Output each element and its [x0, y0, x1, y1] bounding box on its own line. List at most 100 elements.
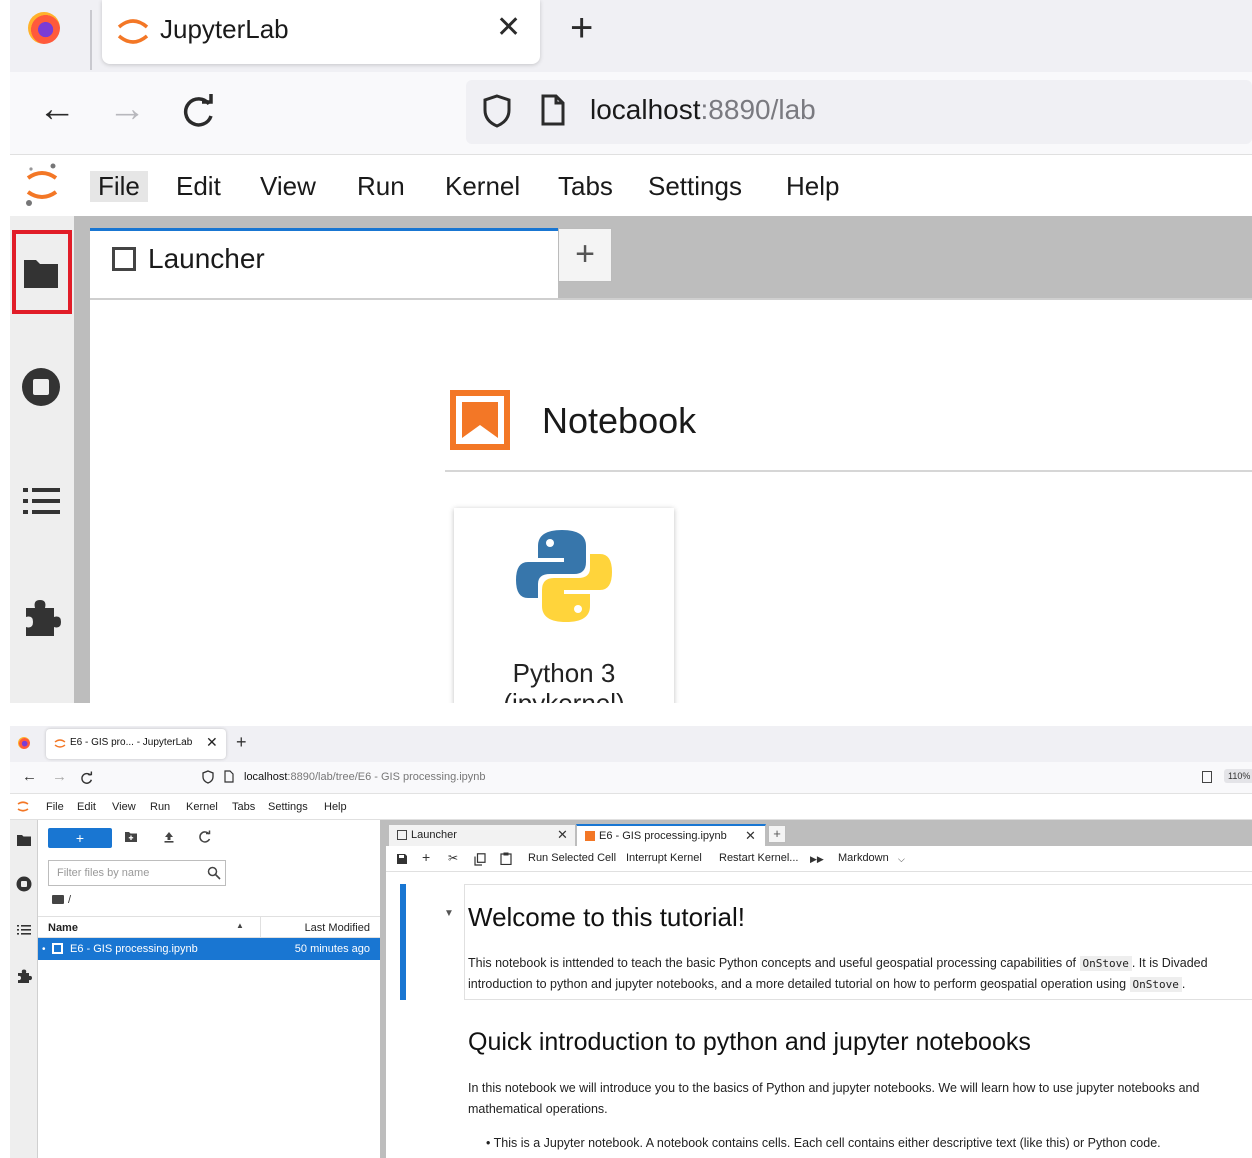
page-icon [541, 94, 565, 126]
url-host: localhost [244, 771, 288, 783]
menu-tabs[interactable]: Tabs [232, 801, 255, 813]
left-sidebar [10, 820, 38, 1158]
new-launcher-button[interactable]: + [48, 828, 112, 848]
file-row[interactable]: • E6 - GIS processing.ipynb 50 minutes a… [38, 938, 380, 960]
notebook-content: ▼ Welcome to this tutorial! This noteboo… [386, 872, 1252, 1158]
save-icon[interactable] [396, 853, 408, 865]
reload-icon[interactable] [178, 92, 218, 132]
paste-icon[interactable] [500, 852, 512, 865]
close-icon[interactable]: ✕ [496, 10, 521, 45]
shield-icon[interactable] [202, 770, 214, 784]
tab-launcher-label: Launcher [411, 829, 457, 841]
shield-icon[interactable] [482, 94, 512, 128]
new-folder-icon[interactable] [124, 830, 138, 844]
firefox-logo-icon [28, 12, 60, 44]
filter-files-input[interactable] [49, 861, 199, 885]
intro-paragraph-line1: This notebook is inttended to teach the … [468, 956, 1208, 971]
new-tab-button[interactable]: + [570, 6, 593, 51]
menu-help[interactable]: Help [786, 171, 839, 202]
paragraph-line: mathematical operations. [468, 1102, 608, 1116]
run-all-icon[interactable]: ▶▶ [810, 854, 824, 865]
menu-run[interactable]: Run [150, 801, 170, 813]
python3-kernel-card[interactable]: Python 3 (ipykernel) [454, 508, 674, 703]
table-of-contents-icon[interactable] [20, 480, 62, 522]
notebook-toolbar: + ✂ Run Selected Cell Interrupt Kernel R… [386, 846, 1252, 872]
collapse-heading-icon[interactable]: ▼ [444, 908, 454, 919]
column-name[interactable]: Name [48, 922, 78, 934]
upload-icon[interactable] [162, 830, 176, 844]
table-of-contents-icon[interactable] [16, 922, 32, 938]
text: . It is Divaded [1131, 956, 1208, 970]
jupyter-logo-icon [17, 801, 29, 812]
bullet-item: • This is a Jupyter notebook. A notebook… [486, 1136, 1161, 1150]
restart-kernel-button[interactable]: Restart Kernel... [719, 852, 798, 864]
dock-tab-bar: Launcher + [90, 216, 1252, 300]
column-divider[interactable] [260, 917, 261, 938]
back-arrow-icon[interactable]: ← [38, 88, 76, 131]
close-icon[interactable]: ✕ [557, 827, 568, 843]
close-icon[interactable]: ✕ [206, 734, 218, 751]
kernel-name: Python 3 [512, 658, 616, 688]
jupyter-logo-icon [26, 163, 58, 206]
menu-edit[interactable]: Edit [176, 171, 221, 202]
copy-icon[interactable] [474, 853, 486, 866]
add-launcher-button[interactable]: + [768, 825, 786, 843]
file-list-header: Name ▲ Last Modified [38, 916, 380, 938]
refresh-icon[interactable] [198, 830, 212, 844]
heading-welcome: Welcome to this tutorial! [468, 902, 745, 932]
insert-cell-icon[interactable]: + [422, 849, 430, 865]
menu-run[interactable]: Run [357, 171, 405, 202]
address-bar[interactable]: localhost:8890/lab [466, 80, 1252, 144]
menu-help[interactable]: Help [324, 801, 347, 813]
menu-edit[interactable]: Edit [77, 801, 96, 813]
menu-kernel[interactable]: Kernel [445, 171, 520, 202]
menu-settings[interactable]: Settings [648, 171, 742, 202]
tab-launcher[interactable]: Launcher ✕ [388, 824, 576, 846]
chevron-down-icon[interactable]: ⌵ [898, 854, 905, 865]
forward-arrow-icon[interactable]: → [108, 88, 146, 131]
cell-type-select[interactable]: Markdown [838, 852, 889, 864]
launcher-icon [397, 830, 407, 840]
menu-file[interactable]: File [46, 801, 64, 813]
sort-ascending-icon[interactable]: ▲ [236, 921, 244, 930]
run-selected-cell-button[interactable]: Run Selected Cell [528, 852, 616, 864]
filter-files-field[interactable] [48, 860, 226, 886]
reload-icon[interactable] [80, 771, 94, 785]
search-icon [207, 866, 221, 880]
breadcrumb-root[interactable]: / [68, 894, 71, 906]
folder-icon[interactable] [16, 832, 32, 848]
breadcrumb[interactable]: / [52, 894, 71, 906]
active-cell-indicator[interactable] [400, 884, 406, 1000]
browser-tab-strip: JupyterLab ✕ + [10, 0, 1252, 72]
sidebar-splitter[interactable] [74, 216, 90, 703]
folder-icon[interactable] [20, 252, 62, 294]
menu-file[interactable]: File [90, 171, 148, 202]
running-kernels-icon[interactable] [20, 366, 62, 408]
url-path: :8890/lab [700, 94, 816, 125]
menu-kernel[interactable]: Kernel [186, 801, 218, 813]
reader-view-icon[interactable] [1202, 771, 1212, 783]
menu-view[interactable]: View [112, 801, 136, 813]
home-folder-icon[interactable] [52, 895, 64, 904]
menu-tabs[interactable]: Tabs [558, 171, 613, 202]
add-launcher-button[interactable]: + [558, 228, 612, 282]
tab-launcher[interactable]: Launcher [90, 228, 558, 300]
url-text[interactable]: localhost:8890/lab/tree/E6 - GIS process… [244, 771, 486, 783]
cut-icon[interactable]: ✂ [448, 851, 458, 865]
extensions-puzzle-icon[interactable] [20, 596, 62, 638]
column-last-modified[interactable]: Last Modified [305, 922, 370, 934]
menu-view[interactable]: View [260, 171, 316, 202]
extensions-puzzle-icon[interactable] [16, 968, 32, 984]
back-arrow-icon[interactable]: ← [22, 768, 37, 785]
menu-settings[interactable]: Settings [268, 801, 308, 813]
browser-tab[interactable]: JupyterLab ✕ [102, 0, 540, 64]
forward-arrow-icon[interactable]: → [52, 768, 67, 785]
running-kernels-icon[interactable] [16, 876, 32, 892]
new-tab-button[interactable]: + [236, 732, 247, 753]
zoom-level[interactable]: 110% [1224, 769, 1252, 783]
close-icon[interactable]: ✕ [745, 828, 756, 844]
tab-notebook[interactable]: E6 - GIS processing.ipynb ✕ [576, 824, 766, 846]
browser-tab[interactable]: E6 - GIS pro... - JupyterLab ✕ [46, 729, 226, 759]
paragraph-line: In this notebook we will introduce you t… [468, 1081, 1200, 1095]
interrupt-kernel-button[interactable]: Interrupt Kernel [626, 852, 702, 864]
